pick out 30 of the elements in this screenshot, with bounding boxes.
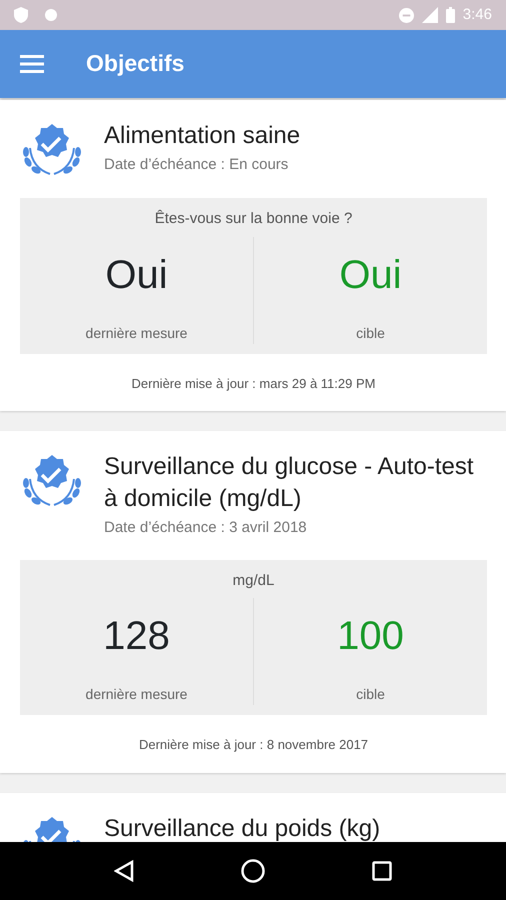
recents-icon[interactable] (372, 861, 392, 881)
app-title: Objectifs (86, 50, 184, 78)
goal-title: Surveillance du poids (kg) (104, 814, 380, 842)
target-value: 100 (336, 613, 405, 660)
badge-laurel-icon (20, 122, 84, 178)
value-label: dernière mesure (84, 685, 188, 704)
home-icon[interactable] (240, 859, 265, 883)
target-value: Oui (338, 252, 403, 298)
do-not-disturb-icon (398, 8, 414, 22)
last-value: Oui (104, 252, 169, 298)
due-date: Date d’échéance : En cours (104, 155, 290, 175)
signal-icon (422, 7, 438, 23)
notification-icon (44, 8, 60, 22)
last-updated: Dernière mise à jour : 8 novembre 2017 (138, 736, 370, 754)
panel-heading: mg/dL (232, 570, 276, 590)
value-label: cible (355, 685, 386, 704)
last-updated: Dernière mise à jour : mars 29 à 11:29 PM (130, 374, 376, 393)
value-label: cible (355, 324, 386, 342)
due-date: Date d’échéance : 3 avril 2018 (104, 518, 308, 538)
back-icon[interactable] (114, 860, 134, 882)
goal-title: Surveillance du glucose - Auto-test à domicile (mg/dL) (104, 452, 475, 514)
menu-icon[interactable] (20, 55, 44, 73)
status-time: 3:46 (462, 4, 492, 25)
goal-title: Alimentation saine (104, 121, 300, 151)
battery-icon (446, 7, 455, 23)
value-label: dernière mesure (84, 324, 188, 342)
badge-laurel-icon (20, 453, 84, 509)
shield-icon (14, 7, 28, 23)
last-value: 128 (102, 613, 171, 660)
panel-heading: Êtes-vous sur la bonne voie ? (154, 208, 354, 229)
